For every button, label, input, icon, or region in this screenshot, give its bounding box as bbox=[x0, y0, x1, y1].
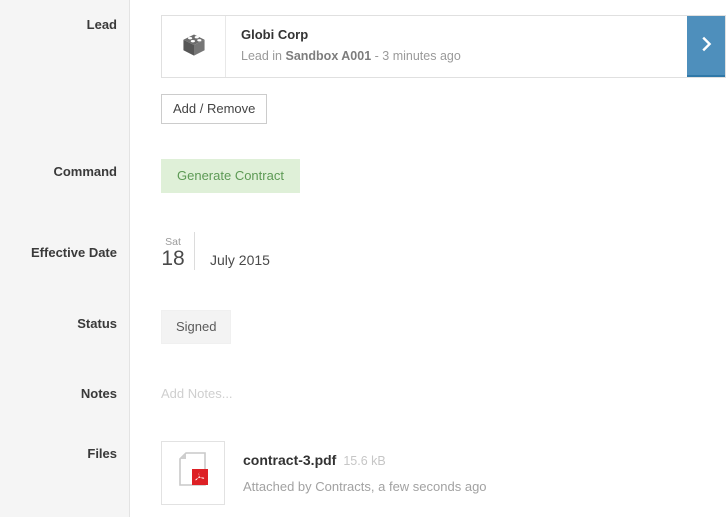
lead-card-body: Globi Corp Lead in Sandbox A001 - 3 minu… bbox=[241, 27, 461, 64]
lead-title: Globi Corp bbox=[241, 27, 309, 42]
file-name[interactable]: contract-3.pdf bbox=[243, 452, 336, 468]
content-column: Globi Corp Lead in Sandbox A001 - 3 minu… bbox=[131, 0, 726, 517]
file-attached-info: Attached by Contracts, a few seconds ago bbox=[243, 479, 487, 494]
field-label-files: Files bbox=[87, 446, 117, 461]
add-remove-button[interactable]: Add / Remove bbox=[161, 94, 268, 124]
field-label-command: Command bbox=[53, 164, 117, 179]
field-label-gutter: Lead Command Effective Date Status Notes… bbox=[0, 0, 130, 517]
box-3d-icon bbox=[181, 32, 207, 61]
files-row: contract-3.pdf 15.6 kB Attached by Contra… bbox=[161, 441, 487, 505]
file-size: 15.6 kB bbox=[343, 454, 386, 468]
command-row: Generate Contract bbox=[161, 159, 300, 193]
effective-date-daybox: Sat 18 bbox=[161, 232, 195, 270]
pdf-file-icon bbox=[176, 451, 210, 495]
field-label-notes: Notes bbox=[80, 386, 117, 401]
generate-contract-button[interactable]: Generate Contract bbox=[161, 159, 300, 193]
lead-subtitle-prefix: Lead in bbox=[241, 49, 286, 63]
field-label-lead: Lead bbox=[86, 17, 117, 32]
notes-row[interactable]: Add Notes... bbox=[161, 386, 233, 402]
notes-placeholder[interactable]: Add Notes... bbox=[161, 386, 233, 402]
field-label-status: Status bbox=[77, 316, 117, 331]
lead-card-open-button[interactable] bbox=[687, 16, 725, 77]
lead-subtitle-suffix: - 3 minutes ago bbox=[371, 49, 461, 63]
lead-row: Globi Corp Lead in Sandbox A001 - 3 minu… bbox=[161, 15, 726, 124]
effective-date-widget[interactable]: Sat 18 July 2015 bbox=[161, 232, 270, 270]
file-name-line: contract-3.pdf 15.6 kB bbox=[243, 451, 487, 470]
lead-subtitle: Lead in Sandbox A001 - 3 minutes ago bbox=[241, 49, 461, 64]
chevron-right-icon bbox=[701, 36, 712, 55]
status-row: Signed bbox=[161, 310, 232, 344]
lead-card-icon-cell bbox=[162, 16, 226, 77]
lead-card[interactable]: Globi Corp Lead in Sandbox A001 - 3 minu… bbox=[161, 15, 726, 78]
effective-date-month-year: July 2015 bbox=[210, 252, 270, 268]
effective-date-row: Sat 18 July 2015 bbox=[161, 232, 270, 270]
status-badge[interactable]: Signed bbox=[161, 310, 232, 344]
file-meta: contract-3.pdf 15.6 kB Attached by Contra… bbox=[225, 441, 487, 495]
file-list-item[interactable]: contract-3.pdf 15.6 kB Attached by Contra… bbox=[161, 441, 487, 505]
effective-date-day: 18 bbox=[161, 247, 185, 270]
field-label-effective-date: Effective Date bbox=[31, 245, 117, 260]
add-remove-wrap: Add / Remove bbox=[161, 94, 726, 124]
file-thumbnail[interactable] bbox=[161, 441, 225, 505]
lead-subtitle-sandbox: Sandbox A001 bbox=[285, 49, 372, 63]
